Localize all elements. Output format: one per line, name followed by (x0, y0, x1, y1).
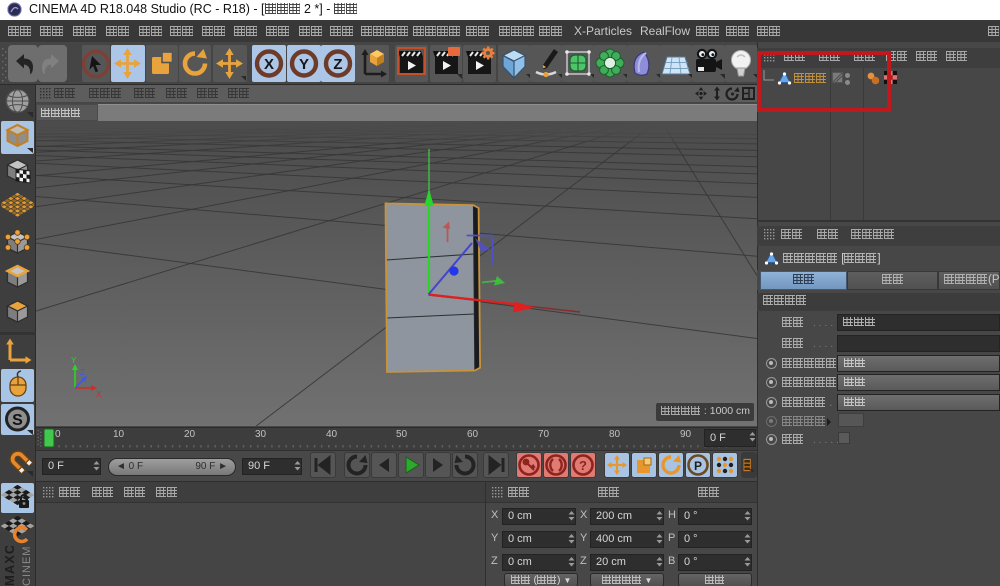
svg-text:Y: Y (71, 356, 77, 365)
svg-text:?: ? (579, 458, 587, 473)
svg-text:Z: Z (333, 56, 342, 73)
svg-text:P: P (694, 459, 702, 473)
svg-text:Y: Y (299, 56, 309, 73)
svg-text:X: X (264, 56, 274, 73)
svg-text:MAXC: MAXC (2, 546, 17, 586)
svg-text:X: X (96, 390, 102, 399)
svg-text:S: S (12, 412, 23, 429)
svg-text:CINEM: CINEM (21, 546, 33, 586)
svg-text:Z: Z (80, 368, 85, 377)
